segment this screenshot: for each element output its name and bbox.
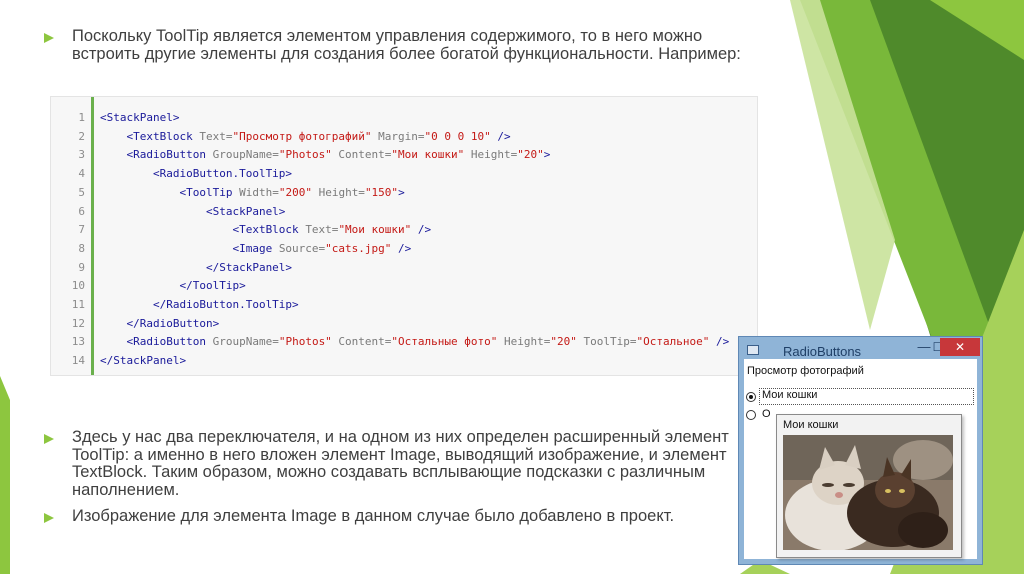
code-token: "Мои кошки" bbox=[338, 223, 412, 237]
code-token: Content= bbox=[331, 335, 392, 349]
code-token: /> bbox=[391, 241, 412, 255]
code-line: <StackPanel> bbox=[100, 205, 285, 218]
code-token: "150" bbox=[364, 185, 399, 199]
code-token: /> bbox=[490, 129, 511, 143]
code-token: Content= bbox=[331, 148, 392, 162]
code-token: GroupName= bbox=[212, 148, 279, 162]
code-token: <StackPanel> bbox=[100, 111, 180, 124]
code-token: <TextBlock bbox=[100, 129, 200, 143]
code-token: <ToolTip bbox=[100, 185, 240, 199]
code-token: Margin= bbox=[371, 129, 425, 143]
code-line: </RadioButton.ToolTip> bbox=[100, 298, 299, 311]
code-token: <RadioButton.ToolTip> bbox=[100, 167, 293, 181]
code-token: </RadioButton.ToolTip> bbox=[100, 298, 299, 311]
line-number: 10 bbox=[71, 279, 85, 293]
radio-label-cats[interactable]: Мои кошки bbox=[762, 389, 817, 401]
code-token: <StackPanel> bbox=[100, 204, 286, 218]
code-token: "cats.jpg" bbox=[325, 241, 392, 255]
radio-label-other[interactable]: О bbox=[762, 408, 771, 420]
line-number: 6 bbox=[78, 204, 85, 218]
code-token: /> bbox=[709, 335, 730, 349]
bullet-text-3: Изображение для элемента Image в данном … bbox=[72, 507, 675, 525]
tooltip-text: Мои кошки bbox=[783, 419, 839, 431]
code-line: </StackPanel> bbox=[100, 261, 292, 274]
line-number: 5 bbox=[78, 185, 85, 199]
window-heading: Просмотр фотографий bbox=[747, 365, 864, 377]
line-number: 12 bbox=[71, 316, 85, 330]
code-line: <TextBlock Text="Мои кошки" /> bbox=[100, 223, 431, 236]
code-token: "Photos" bbox=[278, 335, 332, 349]
code-line: </StackPanel> bbox=[100, 354, 186, 367]
code-line: <RadioButton GroupName="Photos" Content=… bbox=[100, 148, 550, 161]
code-token: "200" bbox=[278, 185, 312, 199]
triangle-bullet-icon bbox=[44, 513, 54, 523]
triangle-bullet-icon bbox=[44, 33, 54, 43]
line-number: 14 bbox=[71, 354, 85, 368]
line-number: 13 bbox=[71, 335, 85, 349]
code-token: > bbox=[543, 148, 551, 162]
code-token: ToolTip= bbox=[576, 335, 637, 349]
tooltip-popup: Мои кошки bbox=[776, 414, 962, 558]
window-client-area: Просмотр фотографий Мои кошки О Мои кошк… bbox=[744, 359, 977, 559]
radio-button-other[interactable] bbox=[746, 410, 756, 420]
code-token: <RadioButton bbox=[100, 335, 213, 349]
code-token: <Image bbox=[100, 241, 279, 255]
code-token: "20" bbox=[550, 335, 577, 349]
code-block: 1 2 3 4 5 6 7 8 9 10 11 12 13 14 <StackPanel> <TextBl… bbox=[50, 96, 758, 376]
line-number: 7 bbox=[78, 223, 85, 237]
code-token: "Просмотр фотографий" bbox=[232, 129, 372, 143]
bullet-text-1: Поскольку ToolTip является элементом упр… bbox=[72, 27, 741, 63]
line-number: 8 bbox=[78, 241, 85, 255]
code-token: "20" bbox=[517, 148, 544, 162]
code-token: Text= bbox=[305, 223, 339, 237]
code-line: </RadioButton> bbox=[100, 317, 219, 330]
code-token: </ToolTip> bbox=[100, 279, 246, 293]
triangle-bullet-icon bbox=[44, 434, 54, 444]
code-line: <TextBlock Text="Просмотр фотографий" Ma… bbox=[100, 129, 511, 143]
line-number: 2 bbox=[78, 129, 85, 143]
close-icon[interactable]: ✕ bbox=[940, 338, 980, 356]
code-token: "Мои кошки" bbox=[391, 148, 465, 162]
bullet-text-2: Здесь у нас два переключателя, и на одно… bbox=[72, 428, 729, 499]
code-line: </ToolTip> bbox=[100, 279, 246, 293]
code-token: </RadioButton> bbox=[100, 316, 220, 330]
code-token: Height= bbox=[497, 335, 551, 349]
code-token: </StackPanel> bbox=[100, 354, 187, 368]
line-number: 9 bbox=[78, 260, 85, 274]
code-token: /> bbox=[411, 223, 432, 237]
radio-button-cats[interactable] bbox=[746, 392, 756, 402]
code-token: Height= bbox=[464, 148, 518, 162]
code-token: Source= bbox=[278, 241, 326, 255]
line-number: 3 bbox=[78, 148, 85, 162]
code-token: Width= bbox=[239, 185, 279, 199]
code-token: Height= bbox=[311, 185, 365, 199]
minimize-icon[interactable]: — bbox=[917, 340, 931, 354]
code-token: "0 0 0 10" bbox=[424, 129, 491, 143]
window-icon bbox=[747, 345, 759, 355]
cats-image bbox=[783, 435, 953, 550]
code-token: "Остальные фото" bbox=[391, 335, 498, 349]
code-token: <RadioButton bbox=[100, 148, 213, 162]
code-line: <RadioButton GroupName="Photos" Content=… bbox=[100, 335, 729, 348]
code-line: <ToolTip Width="200" Height="150"> bbox=[100, 185, 405, 199]
line-number: 1 bbox=[78, 111, 85, 124]
code-token: "Остальное" bbox=[636, 335, 710, 349]
code-line: <StackPanel> bbox=[100, 111, 179, 124]
window-title: RadioButtons bbox=[783, 344, 862, 359]
line-number: 11 bbox=[71, 298, 85, 311]
code-line: <RadioButton.ToolTip> bbox=[100, 167, 292, 180]
code-token: GroupName= bbox=[212, 335, 279, 349]
code-token: <TextBlock bbox=[100, 223, 306, 237]
code-token: Text= bbox=[199, 129, 233, 143]
code-token: "Photos" bbox=[278, 148, 332, 162]
radiobuttons-window: RadioButtons — ☐ ✕ Просмотр фотографий М… bbox=[738, 336, 983, 565]
code-token: </StackPanel> bbox=[100, 260, 293, 274]
code-token: > bbox=[398, 185, 405, 199]
code-line: <Image Source="cats.jpg" /> bbox=[100, 242, 411, 255]
line-number: 4 bbox=[78, 167, 85, 181]
